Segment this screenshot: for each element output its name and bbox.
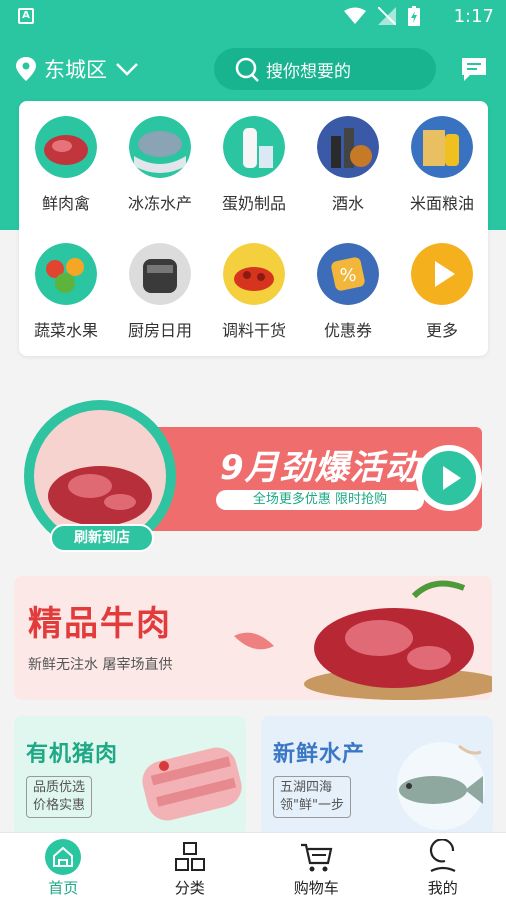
location-pin-icon (16, 57, 36, 81)
bottom-tab-bar: 首页 分类 购物车 我的 (0, 832, 506, 900)
play-button[interactable] (416, 445, 482, 511)
coupon-icon: % (317, 243, 379, 305)
pork-card[interactable]: 有机猪肉 品质优选 价格实惠 (14, 716, 246, 836)
tab-profile[interactable]: 我的 (380, 833, 506, 900)
profile-icon (429, 839, 456, 872)
cooker-icon (129, 243, 191, 305)
category-label: 更多 (425, 321, 458, 340)
category-icon (174, 842, 205, 871)
fish-image (397, 742, 485, 830)
tab-label: 我的 (427, 879, 458, 897)
spice-icon (223, 243, 285, 305)
seafood-tag: 五湖四海 领"鲜"一步 (273, 776, 351, 818)
svg-text:%: % (339, 265, 356, 286)
cart-icon (301, 843, 333, 872)
category-label: 米面粮油 (409, 194, 474, 213)
play-icon (443, 466, 461, 490)
category-label: 厨房日用 (127, 321, 192, 340)
category-label: 蔬菜水果 (33, 321, 98, 340)
pork-tag: 品质优选 价格实惠 (26, 776, 93, 818)
location-selector[interactable]: 东城区 (16, 54, 139, 84)
meat-icon (35, 116, 97, 178)
more-icon (411, 243, 473, 305)
tab-home[interactable]: 首页 (0, 833, 127, 900)
search-input[interactable]: 搜你想要的 (214, 48, 436, 90)
category-spices[interactable]: 调料干货 (207, 243, 301, 341)
category-label: 酒水 (331, 194, 364, 213)
beef-subtitle: 新鲜无注水 屠宰场直供 (28, 657, 173, 673)
beef-title: 精品牛肉 (28, 604, 172, 644)
clock: 1:17 (453, 6, 494, 27)
tab-label: 分类 (174, 879, 205, 897)
beef-image (34, 410, 166, 542)
battery-icon (408, 6, 420, 26)
search-placeholder: 搜你想要的 (266, 61, 351, 82)
seafood-card[interactable]: 新鲜水产 五湖四海 领"鲜"一步 (261, 716, 493, 836)
beef-image (234, 580, 492, 700)
promo-subtitle: 全场更多优惠 限时抢购 (216, 490, 424, 510)
category-meat[interactable]: 鲜肉禽 (19, 116, 113, 214)
message-icon (462, 58, 486, 81)
category-grain-oil[interactable]: 米面粮油 (395, 116, 489, 214)
wifi-icon (344, 7, 366, 24)
category-label: 蛋奶制品 (221, 194, 286, 213)
fish-icon (129, 116, 191, 178)
tab-label: 首页 (48, 879, 79, 897)
message-button[interactable] (460, 56, 488, 86)
seafood-title: 新鲜水产 (273, 742, 366, 767)
tab-category[interactable]: 分类 (127, 833, 254, 900)
liquor-icon (317, 116, 379, 178)
pork-title: 有机猪肉 (26, 742, 119, 767)
category-grid: 鲜肉禽 冰冻水产 蛋奶制品 酒水 米面粮油 蔬菜水果 厨房日用 调料干货 % 优… (19, 101, 488, 356)
top-bar: 东城区 搜你想要的 (0, 44, 506, 94)
status-bar: A 1:17 (0, 0, 506, 34)
category-vegetables[interactable]: 蔬菜水果 (19, 243, 113, 341)
category-drinks[interactable]: 酒水 (301, 116, 395, 214)
tab-label: 购物车 (293, 879, 339, 897)
promo-title: 9月劲爆活动 (220, 448, 420, 488)
pork-image (142, 747, 242, 821)
beef-banner[interactable]: 精品牛肉 新鲜无注水 屠宰场直供 (14, 576, 492, 700)
chevron-down-icon (116, 63, 138, 76)
category-label: 优惠券 (323, 321, 372, 340)
refresh-store-badge[interactable]: 刷新到店 (50, 524, 154, 552)
category-kitchen[interactable]: 厨房日用 (113, 243, 207, 341)
promo-banner[interactable]: 9月劲爆活动 全场更多优惠 限时抢购 刷新到店 (24, 400, 484, 555)
category-label: 调料干货 (221, 321, 286, 340)
category-label: 冰冻水产 (127, 194, 192, 213)
signal-icon (378, 7, 396, 25)
category-coupon[interactable]: % 优惠券 (301, 243, 395, 341)
milk-icon (223, 116, 285, 178)
category-dairy[interactable]: 蛋奶制品 (207, 116, 301, 214)
search-icon (235, 57, 259, 82)
tab-cart[interactable]: 购物车 (253, 833, 380, 900)
category-label: 鲜肉禽 (41, 194, 90, 213)
oil-icon (411, 116, 473, 178)
vegetable-icon (35, 243, 97, 305)
city-label: 东城区 (44, 58, 107, 82)
category-seafood[interactable]: 冰冻水产 (113, 116, 207, 214)
home-icon (45, 839, 82, 875)
category-more[interactable]: 更多 (395, 243, 489, 341)
notification-icon: A (18, 8, 34, 24)
